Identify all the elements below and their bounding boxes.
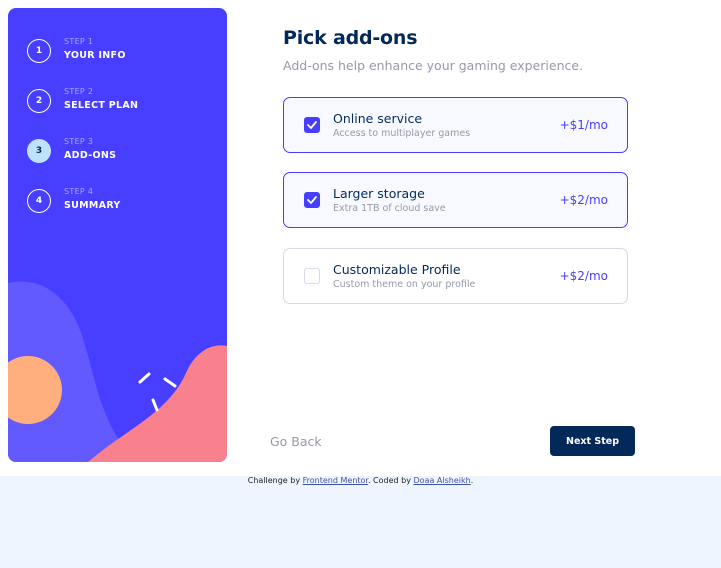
form-card: 1 STEP 1 YOUR INFO 2 STEP 2 SELECT PLAN … bbox=[0, 0, 721, 476]
step-label: STEP 3 bbox=[64, 137, 94, 146]
attribution-suffix: . bbox=[470, 476, 474, 485]
step-label: STEP 4 bbox=[64, 187, 94, 196]
checkmark-icon bbox=[307, 121, 317, 129]
addon-price: +$2/mo bbox=[559, 193, 608, 207]
step-number: 2 bbox=[27, 89, 51, 113]
addon-description: Custom theme on your profile bbox=[333, 279, 476, 290]
addon-price: +$1/mo bbox=[559, 118, 608, 132]
addon-description: Extra 1TB of cloud save bbox=[333, 203, 446, 214]
addon-checkbox[interactable] bbox=[304, 117, 320, 133]
addon-price: +$2/mo bbox=[559, 269, 608, 283]
frontend-mentor-link[interactable]: Frontend Mentor bbox=[303, 476, 368, 485]
step-title: SUMMARY bbox=[64, 200, 121, 211]
step-title: ADD-ONS bbox=[64, 150, 117, 161]
step-title: YOUR INFO bbox=[64, 50, 126, 61]
sidebar: 1 STEP 1 YOUR INFO 2 STEP 2 SELECT PLAN … bbox=[8, 8, 227, 462]
addon-checkbox[interactable] bbox=[304, 268, 320, 284]
next-step-button[interactable]: Next Step bbox=[550, 426, 635, 456]
addon-online-service[interactable]: Online service Access to multiplayer gam… bbox=[283, 97, 628, 153]
step-3[interactable]: 3 STEP 3 ADD-ONS bbox=[27, 137, 217, 165]
step-number-active: 3 bbox=[27, 139, 51, 163]
step-1[interactable]: 1 STEP 1 YOUR INFO bbox=[27, 37, 217, 65]
author-link[interactable]: Doaa Alsheikh bbox=[414, 476, 471, 485]
step-label: STEP 2 bbox=[64, 87, 94, 96]
attribution: Challenge by Frontend Mentor. Coded by D… bbox=[0, 476, 721, 485]
checkmark-icon bbox=[307, 196, 317, 204]
attribution-prefix: Challenge by bbox=[247, 476, 303, 485]
addon-larger-storage[interactable]: Larger storage Extra 1TB of cloud save +… bbox=[283, 172, 628, 228]
addon-customizable-profile[interactable]: Customizable Profile Custom theme on you… bbox=[283, 248, 628, 304]
sidebar-background-decoration bbox=[8, 281, 227, 462]
step-title: SELECT PLAN bbox=[64, 100, 139, 111]
addon-description: Access to multiplayer games bbox=[333, 128, 471, 139]
step-number: 4 bbox=[27, 189, 51, 213]
go-back-button[interactable]: Go Back bbox=[270, 434, 322, 449]
addon-checkbox[interactable] bbox=[304, 192, 320, 208]
attribution-middle: . Coded by bbox=[367, 476, 414, 485]
addon-name: Customizable Profile bbox=[333, 262, 461, 277]
step-number: 1 bbox=[27, 39, 51, 63]
step-label: STEP 1 bbox=[64, 37, 94, 46]
addon-name: Online service bbox=[333, 111, 423, 126]
step-2[interactable]: 2 STEP 2 SELECT PLAN bbox=[27, 87, 217, 115]
addon-name: Larger storage bbox=[333, 186, 425, 201]
step-4[interactable]: 4 STEP 4 SUMMARY bbox=[27, 187, 217, 215]
page-title: Pick add-ons bbox=[283, 27, 418, 49]
page-subtitle: Add-ons help enhance your gaming experie… bbox=[283, 58, 584, 73]
